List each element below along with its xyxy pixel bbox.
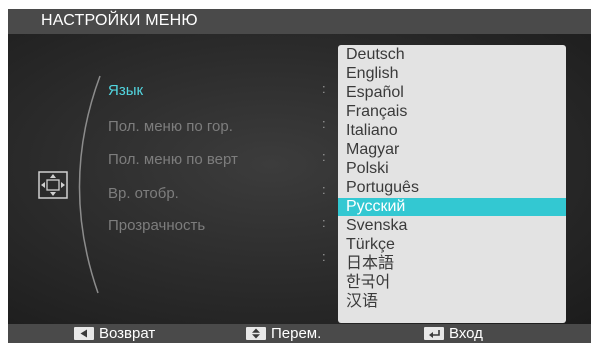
language-option[interactable]: Svenska	[338, 217, 566, 235]
menu-title: НАСТРОЙКИ МЕНЮ	[41, 12, 198, 29]
language-option[interactable]: Magyar	[338, 141, 566, 159]
language-option[interactable]: Polski	[338, 160, 566, 178]
enter-hint: Вход	[449, 325, 483, 342]
menu-item-display-time[interactable]: Вр. отобр.	[108, 185, 179, 202]
move-hint: Перем.	[271, 325, 322, 342]
separator-colon: :	[322, 182, 326, 197]
separator-colon: :	[322, 116, 326, 131]
back-hint: Возврат	[99, 325, 156, 342]
language-dropdown[interactable]: Deutsch English Español Français Italian…	[338, 45, 566, 323]
language-option[interactable]: Deutsch	[338, 46, 566, 64]
separator-colon: :	[322, 249, 326, 264]
language-option-selected[interactable]: Русский	[338, 198, 566, 216]
menu-item-language[interactable]: Язык	[108, 82, 143, 99]
language-option[interactable]: Italiano	[338, 122, 566, 140]
monitor-adjust-icon	[38, 171, 68, 199]
language-option[interactable]: 汉语	[338, 293, 566, 311]
language-option[interactable]: 한국어	[338, 274, 566, 292]
language-option[interactable]: English	[338, 65, 566, 83]
menu-item-transparency[interactable]: Прозрачность	[108, 217, 205, 234]
separator-colon: :	[322, 149, 326, 164]
menu-item-vertical-position[interactable]: Пол. меню по верт	[108, 151, 238, 168]
title-bar: НАСТРОЙКИ МЕНЮ	[8, 9, 591, 34]
language-option[interactable]: Français	[338, 103, 566, 121]
language-option[interactable]: Español	[338, 84, 566, 102]
language-option[interactable]: 日本語	[338, 255, 566, 273]
enter-key-icon	[424, 327, 444, 340]
footer-hint-bar: Возврат Перем. Вход	[8, 324, 591, 343]
osd-menu: НАСТРОЙКИ МЕНЮ Язык Пол. меню по гор. По…	[8, 9, 591, 343]
menu-panel: Язык Пол. меню по гор. Пол. меню по верт…	[8, 34, 591, 324]
language-option[interactable]: Português	[338, 179, 566, 197]
menu-item-horizontal-position[interactable]: Пол. меню по гор.	[108, 118, 233, 135]
up-down-key-icon	[246, 327, 266, 340]
separator-colon: :	[322, 81, 326, 96]
back-key-icon	[74, 327, 94, 340]
separator-colon: :	[322, 215, 326, 230]
language-option[interactable]: Türkçe	[338, 236, 566, 254]
